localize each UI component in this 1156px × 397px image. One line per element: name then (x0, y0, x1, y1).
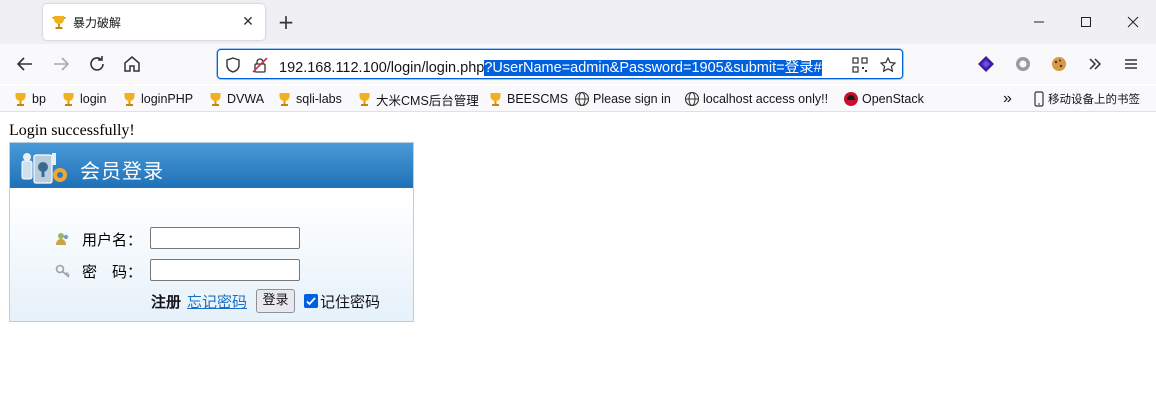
trophy-icon (359, 93, 370, 106)
bookmark-item[interactable]: login (60, 90, 106, 108)
maximize-icon (1081, 17, 1091, 27)
bookmark-item[interactable]: OpenStack (843, 90, 924, 108)
trophy-icon (63, 93, 74, 106)
tab-close-icon[interactable]: ✕ (239, 13, 257, 31)
member-login-panel: 会员登录 用户名： 密 码： 注册 忘记密码 登录 记住密码 (9, 142, 414, 322)
mobile-phone-icon (1034, 91, 1044, 107)
url-text[interactable]: 192.168.112.100/login/login.php?UserName… (279, 56, 822, 77)
globe-icon (684, 91, 700, 107)
bookmark-label: sqli-labs (296, 92, 342, 106)
bookmark-label: OpenStack (862, 92, 924, 106)
close-icon (1127, 16, 1139, 28)
trophy-icon (124, 93, 135, 106)
maximize-button[interactable] (1063, 8, 1109, 36)
globe-icon (574, 91, 590, 107)
panel-title: 会员登录 (80, 159, 164, 183)
remember-label: 记住密码 (320, 293, 381, 311)
bookmark-label: login (80, 92, 107, 106)
username-label: 用户名： (82, 231, 143, 249)
tab-active[interactable]: 暴力破解 ✕ (43, 4, 265, 40)
extension-layers-icon[interactable] (975, 53, 997, 75)
username-input[interactable] (150, 227, 300, 249)
panel-header: 会员登录 (10, 143, 413, 188)
star-bookmark-icon[interactable] (879, 56, 897, 74)
bookmark-label: loginPHP (141, 92, 194, 106)
bookmark-label: bp (32, 92, 46, 106)
minimize-icon (1034, 21, 1044, 23)
trophy-icon (490, 93, 501, 106)
cookie-icon[interactable] (1049, 54, 1069, 74)
bookmark-item[interactable]: Please sign in (574, 90, 671, 108)
bookmark-label: DVWA (227, 92, 265, 106)
bookmark-item[interactable]: bp (12, 90, 46, 108)
address-bar[interactable]: 192.168.112.100/login/login.php?UserName… (217, 49, 903, 79)
tab-strip: 暴力破解 ✕ + (0, 0, 1156, 44)
remember-checkbox[interactable] (304, 294, 318, 308)
openstack-icon (844, 92, 858, 106)
menu-icon[interactable] (1121, 54, 1141, 74)
tab-title: 暴力破解 (73, 16, 122, 30)
minimize-button[interactable] (1016, 8, 1062, 36)
back-arrow-icon[interactable] (13, 52, 37, 76)
bookmark-label: localhost access only!! (703, 92, 829, 106)
login-button[interactable]: 登录 (256, 289, 295, 313)
bookmark-label: 大米CMS后台管理 (376, 93, 479, 108)
url-selected: ?UserName=admin&Password=1905&submit=登录# (484, 60, 822, 76)
password-input[interactable] (150, 259, 300, 281)
mobile-bookmarks-folder[interactable]: 移动设备上的书签 (1033, 90, 1140, 108)
bookmark-item[interactable]: 大米CMS后台管理 (356, 90, 479, 108)
qr-code-icon[interactable] (851, 56, 869, 74)
trophy-icon (279, 93, 290, 106)
new-tab-button[interactable]: + (276, 12, 296, 32)
bookmark-item[interactable]: BEESCMS (487, 90, 568, 108)
users-lock-icon (21, 153, 67, 184)
trophy-icon (210, 93, 221, 106)
window-close-button[interactable] (1110, 8, 1156, 36)
bookmark-item[interactable]: sqli-labs (276, 90, 342, 108)
user-icon (56, 233, 69, 245)
bookmark-label: Please sign in (593, 92, 671, 106)
bookmark-item[interactable]: DVWA (207, 90, 264, 108)
shield-icon[interactable] (224, 56, 242, 74)
bookmark-item[interactable]: loginPHP (121, 90, 193, 108)
insecure-lock-icon[interactable] (251, 56, 269, 74)
bookmarks-overflow-button[interactable]: » (1003, 90, 1012, 108)
register-link[interactable]: 注册 (151, 291, 181, 312)
forgot-password-link[interactable]: 忘记密码 (187, 291, 247, 312)
password-label: 密 码： (82, 263, 143, 281)
login-success-message: Login successfully! (9, 122, 135, 139)
trophy-icon (52, 16, 66, 29)
url-plain: 192.168.112.100/login/login.php (279, 60, 485, 76)
bookmark-label: 移动设备上的书签 (1048, 94, 1140, 106)
home-icon[interactable] (120, 52, 144, 76)
key-icon (55, 264, 70, 278)
trophy-icon (15, 93, 26, 106)
bookmarks-toolbar: bp login loginPHP DVWA sqli-labs 大米CMS后台… (0, 86, 1156, 112)
reload-icon[interactable] (85, 52, 109, 76)
bookmark-label: BEESCMS (507, 92, 569, 106)
extension-circle-icon[interactable] (1013, 54, 1033, 74)
chevron-double-right-icon[interactable] (1085, 54, 1105, 74)
forward-arrow-icon[interactable] (49, 52, 73, 76)
bookmark-item[interactable]: localhost access only!! (684, 90, 828, 108)
